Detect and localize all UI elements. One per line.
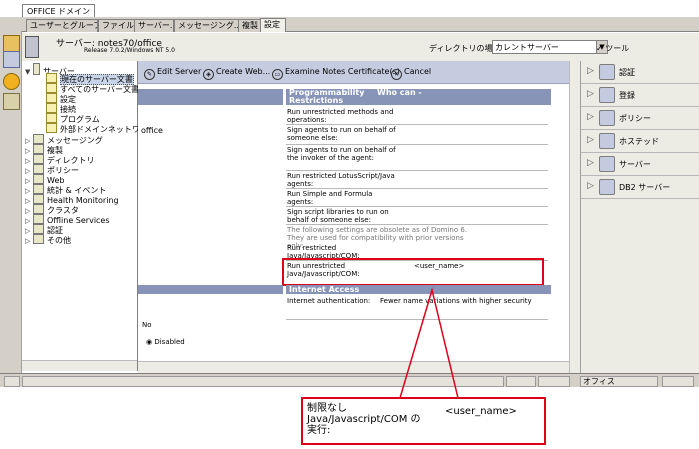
callout-user-name: <user_name> [445, 406, 517, 417]
callout-line-1: 制限なし [307, 403, 347, 414]
callout-box: 制限なし Java/Javascript/COM の 実行: <user_nam… [301, 397, 546, 445]
callout-pointer [399, 287, 459, 399]
callout-line-3: 実行: [307, 425, 331, 436]
callout-line-2: Java/Javascript/COM の [307, 414, 421, 425]
callout-pointer-line [399, 287, 459, 399]
